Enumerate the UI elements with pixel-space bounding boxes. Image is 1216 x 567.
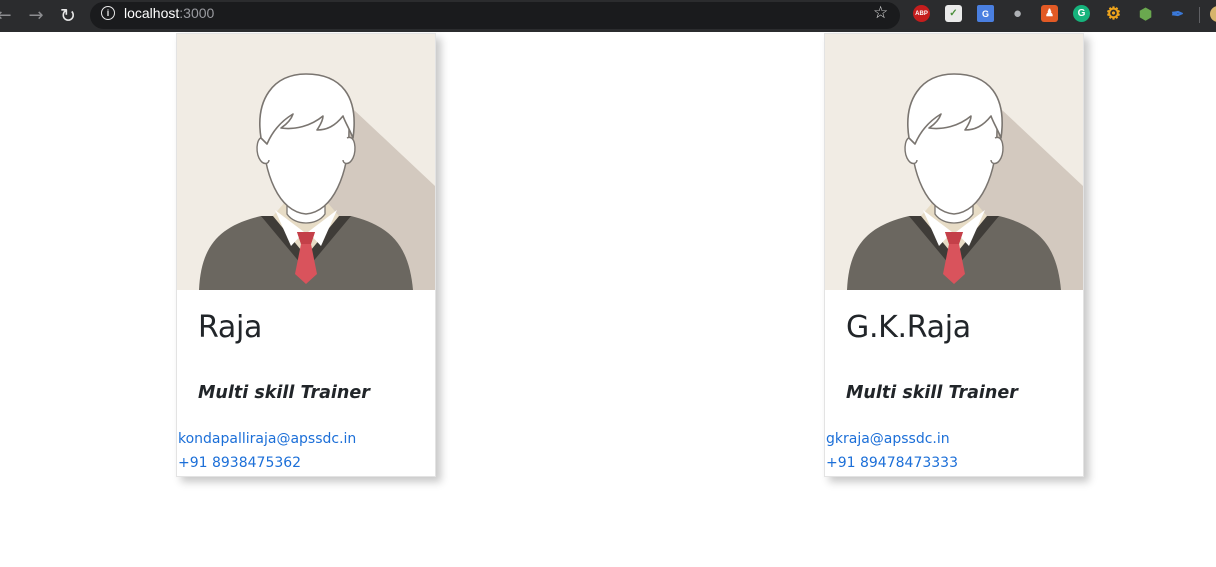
email-link[interactable]: gkraja@apssdc.in	[826, 431, 950, 447]
site-info-icon[interactable]: i	[101, 6, 115, 20]
url-host: localhost	[124, 5, 180, 21]
back-arrow-icon[interactable]: ←	[0, 4, 16, 28]
profile-role: Multi skill Trainer	[846, 383, 1018, 403]
reload-icon[interactable]: ↻	[56, 4, 80, 28]
toolbar-separator	[1199, 7, 1200, 23]
phone-link[interactable]: +91 8938475362	[178, 455, 301, 471]
profile-avatar-icon[interactable]	[1210, 6, 1216, 22]
adblock-plus-icon[interactable]: ABP	[913, 5, 930, 22]
forward-arrow-icon[interactable]: →	[24, 4, 48, 28]
profile-card: G.K.Raja Multi skill Trainer gkraja@apss…	[824, 33, 1084, 477]
person-extension-icon[interactable]: ♟	[1041, 5, 1058, 22]
avatar-image	[825, 34, 1083, 290]
profile-name: Raja	[198, 310, 263, 345]
avatar-image	[177, 34, 435, 290]
email-link[interactable]: kondapalliraja@apssdc.in	[178, 431, 356, 447]
profile-card: Raja Multi skill Trainer kondapalliraja@…	[176, 33, 436, 477]
translate-label: G	[981, 8, 989, 19]
url-text[interactable]: localhost:3000	[124, 5, 214, 21]
grammarly-label: G	[1077, 8, 1086, 19]
phone-link[interactable]: +91 89478473333	[826, 455, 958, 471]
feather-extension-icon[interactable]: ✒	[1169, 5, 1186, 23]
adblock-plus-label: ABP	[915, 10, 928, 17]
google-translate-icon[interactable]: G	[977, 5, 994, 22]
profile-role: Multi skill Trainer	[198, 383, 370, 403]
globe-extension-icon[interactable]: ●	[1009, 5, 1026, 22]
gear-extension-icon[interactable]: ⚙	[1105, 4, 1122, 23]
url-port: :3000	[179, 5, 215, 21]
profile-name: G.K.Raja	[846, 310, 971, 345]
bookmark-star-icon[interactable]: ☆	[873, 3, 888, 23]
mail-extension-icon[interactable]: ✓	[945, 5, 962, 22]
grammarly-icon[interactable]: G	[1073, 5, 1090, 22]
browser-toolbar: ← → ↻ i localhost:3000 ☆ ABP ✓ G ● ♟ G ⚙…	[0, 0, 1216, 32]
nodejs-extension-icon[interactable]: ⬢	[1137, 5, 1154, 23]
